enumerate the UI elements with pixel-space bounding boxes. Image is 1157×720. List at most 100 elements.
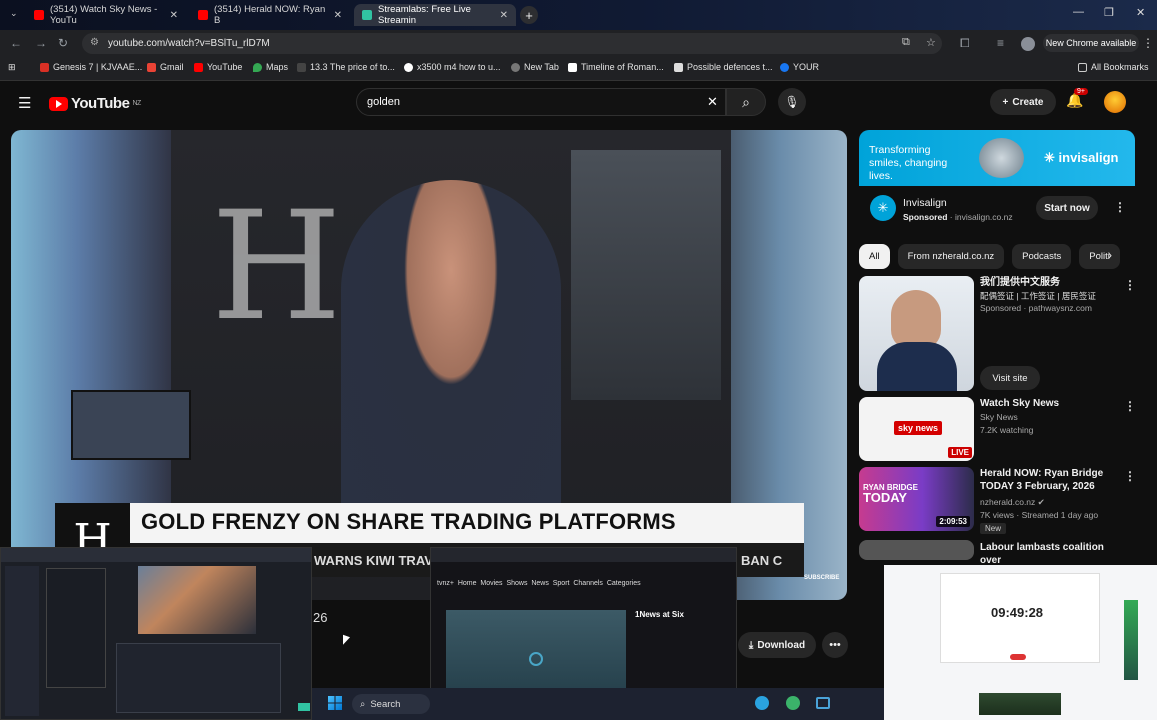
rec-thumbnail-sky-news[interactable]: sky news LIVE bbox=[859, 397, 974, 461]
tab-title: (3514) Watch Sky News - YouTu bbox=[50, 4, 158, 26]
chip-politics[interactable]: Politi bbox=[1079, 244, 1120, 269]
rec-more-options-icon[interactable]: ⋮ bbox=[1124, 399, 1136, 413]
rec-title[interactable]: 我们提供中文服务 bbox=[980, 276, 1125, 289]
create-button[interactable]: + Create bbox=[990, 89, 1056, 115]
preview-site-nav: tvnz+ Home Movies Shows News Sport Chann… bbox=[437, 580, 641, 587]
start-now-button[interactable]: Start now bbox=[1036, 196, 1098, 220]
minimize-window-icon[interactable]: — bbox=[1073, 6, 1084, 18]
profile-avatar[interactable] bbox=[1021, 37, 1035, 51]
rec-channel[interactable]: Sky News bbox=[980, 412, 1018, 422]
notifications-badge: 9+ bbox=[1074, 88, 1088, 95]
taskbar-preview-alarm-clock[interactable]: 09:49:28 bbox=[884, 565, 1157, 720]
verified-check-icon: ✔ bbox=[1037, 497, 1045, 507]
tab-sky-news[interactable]: (3514) Watch Sky News - YouTu ✕ bbox=[26, 4, 186, 26]
search-input[interactable]: golden ✕ bbox=[356, 88, 726, 116]
google-icon bbox=[404, 62, 413, 72]
subscribe-overlay: SUBSCRIBE bbox=[804, 575, 840, 581]
close-tab-icon[interactable]: ✕ bbox=[500, 10, 508, 21]
rec-more-options-icon[interactable]: ⋮ bbox=[1124, 278, 1136, 292]
bookmark-item[interactable]: Timeline of Roman... bbox=[568, 62, 664, 72]
close-tab-icon[interactable]: ✕ bbox=[334, 10, 342, 21]
hamburger-menu-icon[interactable]: ☰ bbox=[18, 94, 31, 112]
rec-more-options-icon[interactable]: ⋮ bbox=[1124, 469, 1136, 483]
media-controls-icon[interactable]: ≡ bbox=[997, 36, 1004, 50]
portrait-suit bbox=[877, 342, 957, 391]
chip-all[interactable]: All bbox=[859, 244, 890, 269]
install-app-icon[interactable]: ⧉ bbox=[902, 36, 910, 49]
chip-podcasts[interactable]: Podcasts bbox=[1012, 244, 1072, 269]
tab-search-chevron-icon[interactable]: ⌄ bbox=[10, 8, 18, 19]
bookmark-item[interactable]: Maps bbox=[253, 62, 288, 72]
all-bookmarks[interactable]: All Bookmarks bbox=[1078, 62, 1149, 72]
chrome-menu-icon[interactable]: ⋮ bbox=[1142, 36, 1154, 50]
omnibox[interactable]: ⚙ youtube.com/watch?v=BSlTu_rlD7M ⧉ ☆ bbox=[82, 33, 942, 54]
bookmark-item[interactable]: New Tab bbox=[511, 62, 559, 72]
user-avatar[interactable] bbox=[1104, 91, 1126, 113]
extensions-icon[interactable]: ⧠ bbox=[960, 36, 970, 51]
new-tab-icon bbox=[511, 62, 520, 72]
microphone-icon: 🎙 bbox=[784, 95, 800, 109]
bookmark-label: YouTube bbox=[207, 62, 243, 72]
invisalign-logo-icon: ✳ bbox=[870, 195, 896, 221]
bookmark-item[interactable]: Possible defences t... bbox=[674, 62, 773, 72]
visit-site-button[interactable]: Visit site bbox=[980, 366, 1040, 390]
bookmark-star-icon[interactable]: ☆ bbox=[926, 36, 936, 49]
download-button[interactable]: ⤓ Download bbox=[738, 632, 816, 658]
more-actions-button[interactable]: ••• bbox=[822, 632, 848, 658]
ad-brand-text: invisalign bbox=[1058, 150, 1119, 165]
tab-streamlabs[interactable]: Streamlabs: Free Live Streamin ✕ bbox=[354, 4, 516, 26]
preview-news-title: 1News at Six bbox=[635, 610, 684, 619]
tab-herald-now[interactable]: (3514) Herald NOW: Ryan B ✕ bbox=[190, 4, 350, 26]
rec-channel-name: nzherald.co.nz bbox=[980, 497, 1036, 507]
rec-title[interactable]: Watch Sky News bbox=[980, 397, 1125, 410]
app-taskbar-icon[interactable] bbox=[786, 696, 800, 710]
voice-search-button[interactable]: 🎙 bbox=[778, 88, 806, 116]
bookmark-item[interactable]: 13.3 The price of to... bbox=[297, 62, 395, 72]
reload-icon[interactable]: ↻ bbox=[58, 36, 68, 50]
chips-next-chevron-icon[interactable]: › bbox=[1108, 248, 1112, 262]
preview-side-image bbox=[1124, 600, 1138, 680]
maximize-window-icon[interactable]: ❐ bbox=[1104, 6, 1114, 19]
ad-more-options-icon[interactable]: ⋮ bbox=[1114, 200, 1126, 214]
apps-grid-icon[interactable]: ⊞ bbox=[8, 62, 16, 73]
bookmark-item[interactable]: x3500 m4 how to u... bbox=[404, 62, 501, 72]
bookmark-label: Timeline of Roman... bbox=[581, 62, 664, 72]
rec-meta: Sponsored · pathwaysnz.com bbox=[980, 303, 1092, 313]
bookmark-item[interactable]: Gmail bbox=[147, 62, 184, 72]
site-info-icon[interactable]: ⚙ bbox=[90, 37, 99, 48]
rec-title[interactable]: Labour lambasts coalition over bbox=[980, 541, 1125, 567]
close-window-icon[interactable]: ✕ bbox=[1136, 6, 1145, 19]
telegram-taskbar-icon[interactable] bbox=[755, 696, 769, 710]
rec-thumbnail-sponsored[interactable] bbox=[859, 276, 974, 391]
bookmark-favicon-icon bbox=[40, 62, 49, 72]
download-icon: ⤓ bbox=[748, 639, 754, 651]
forward-arrow-icon[interactable]: → bbox=[35, 36, 47, 50]
search-button[interactable]: ⌕ bbox=[726, 88, 766, 116]
close-tab-icon[interactable]: ✕ bbox=[170, 10, 178, 21]
more-horizontal-icon: ••• bbox=[829, 639, 841, 651]
youtube-logo[interactable]: YouTube NZ bbox=[49, 95, 141, 112]
taskbar-search-label: Search bbox=[370, 698, 401, 710]
new-tab-button[interactable]: + bbox=[520, 6, 538, 24]
rec-thumbnail-herald-now[interactable]: RYAN BRIDGE TODAY 2:09:53 bbox=[859, 467, 974, 531]
new-chrome-available-button[interactable]: New Chrome available bbox=[1043, 34, 1139, 52]
taskbar-search[interactable]: ⌕ Search bbox=[352, 694, 430, 714]
preview-go-live-button bbox=[298, 703, 310, 711]
bookmark-item[interactable]: Genesis 7 | KJVAAE... bbox=[40, 62, 142, 72]
ad-banner[interactable]: Transforming smiles, changing lives. ✳ i… bbox=[859, 130, 1135, 186]
sponsored-label: Sponsored bbox=[903, 212, 948, 222]
clear-search-icon[interactable]: ✕ bbox=[707, 94, 718, 110]
window-taskbar-icon[interactable] bbox=[816, 697, 830, 709]
back-arrow-icon[interactable]: ← bbox=[10, 36, 22, 50]
chip-from-nzherald[interactable]: From nzherald.co.nz bbox=[897, 244, 1005, 269]
rec-thumbnail-labour[interactable] bbox=[859, 540, 974, 560]
rec-title[interactable]: Herald NOW: Ryan Bridge TODAY 3 February… bbox=[980, 467, 1125, 493]
studio-monitors bbox=[71, 390, 191, 460]
taskbar-preview-streamlabs[interactable] bbox=[0, 547, 312, 720]
rec-channel[interactable]: nzherald.co.nz ✔ bbox=[980, 497, 1045, 508]
bookmark-item[interactable]: YouTube bbox=[194, 62, 242, 72]
thumbnail-overlay-text: RYAN BRIDGE TODAY bbox=[863, 483, 918, 505]
bookmark-item[interactable]: YOUR bbox=[780, 62, 819, 72]
aligner-image bbox=[979, 138, 1024, 178]
new-badge: New bbox=[980, 523, 1007, 534]
